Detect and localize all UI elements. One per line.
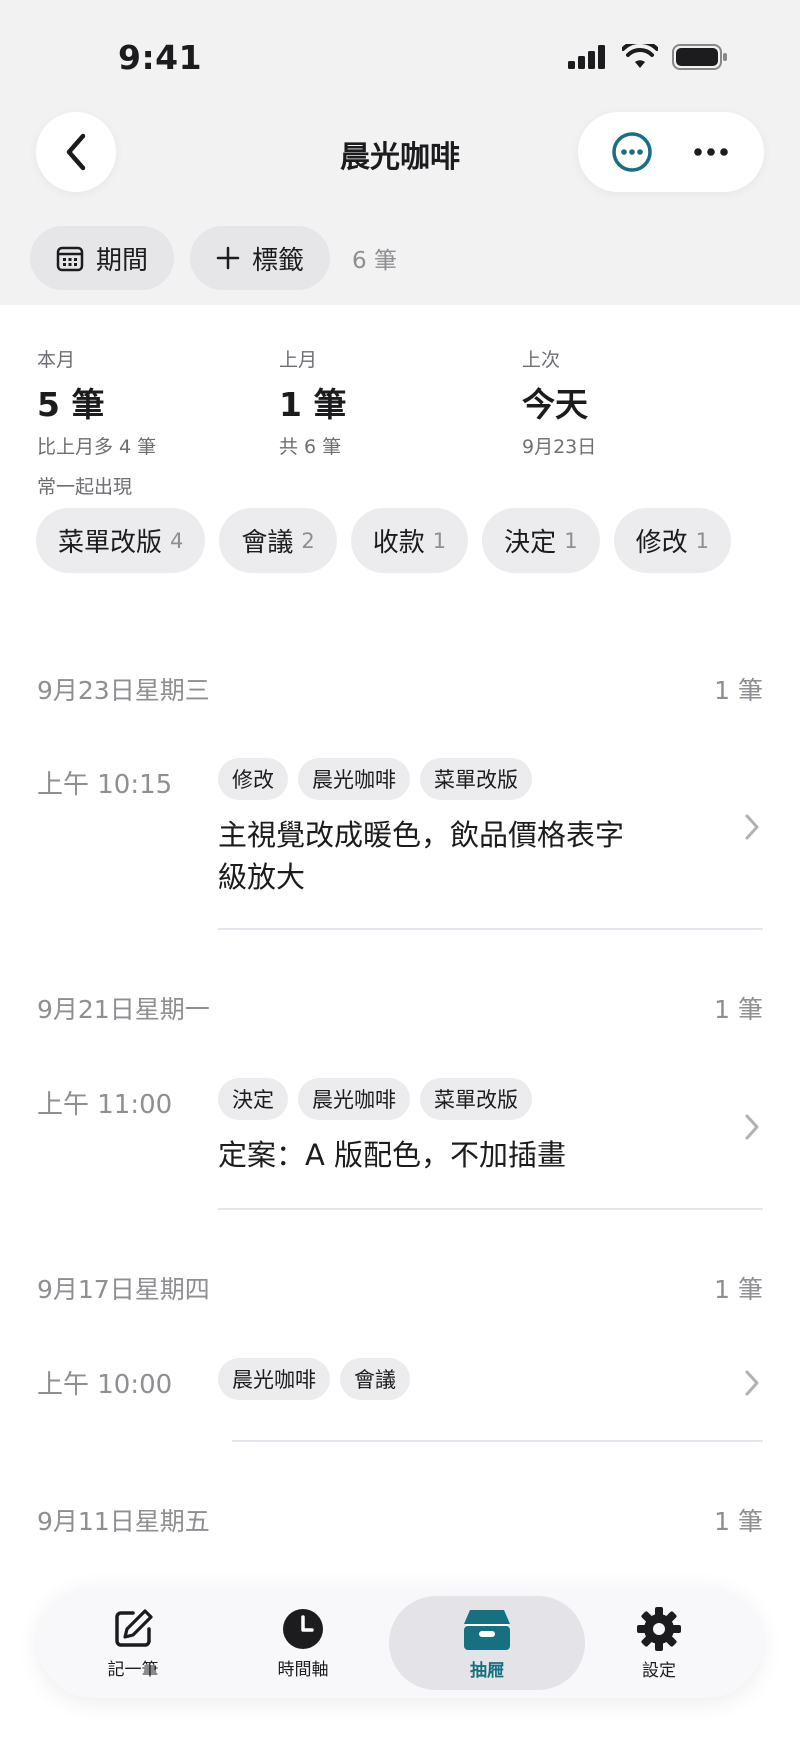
signal-icon: [568, 45, 605, 69]
stat-value: 1 筆: [279, 385, 347, 424]
entry-tag: 修改: [218, 758, 288, 800]
clock-icon: [283, 1608, 323, 1649]
tag-filter-button[interactable]: 標籤: [190, 226, 331, 290]
co-occurring-chips: 菜單改版 4 會議 2 收款 1 決定 1 修改 1: [36, 508, 731, 573]
status-time: 9:41: [118, 38, 203, 77]
co-chip-label: 修改: [635, 528, 688, 558]
tab-compose[interactable]: 記一筆: [68, 1588, 198, 1698]
status-icons: [568, 44, 728, 70]
co-chip-count: 4: [170, 528, 184, 553]
co-chip-count: 2: [301, 528, 315, 553]
stat-label: 上次: [522, 349, 561, 371]
tab-label: 時間軸: [277, 1659, 329, 1680]
timeline-entry[interactable]: 上午 10:15 修改 晨光咖啡 菜單改版 主視覺改成暖色，飲品價格表字級放大: [0, 758, 800, 894]
tab-label: 記一筆: [107, 1659, 159, 1680]
day-count: 1 筆: [714, 676, 763, 705]
day-count: 1 筆: [714, 1275, 763, 1304]
tab-drawer[interactable]: 抽屜: [422, 1588, 552, 1698]
entry-time: 上午 11:00: [37, 1090, 173, 1120]
tab-bar: 記一筆 時間軸 抽屜 設定: [38, 1588, 762, 1698]
period-filter-button[interactable]: 期間: [30, 226, 175, 290]
day-date: 9月17日星期四: [37, 1275, 210, 1304]
tab-timeline[interactable]: 時間軸: [238, 1588, 368, 1698]
day-count: 1 筆: [714, 1507, 763, 1536]
entry-tag: 菜單改版: [420, 758, 532, 800]
entry-tag: 晨光咖啡: [298, 758, 410, 800]
entry-text: 定案：A 版配色，不加插畫: [218, 1138, 567, 1172]
stat-last-month: 上月 1 筆 共 6 筆: [279, 345, 519, 459]
entry-tag: 決定: [218, 1078, 288, 1120]
co-chip-label: 會議: [241, 528, 294, 558]
entry-text: 主視覺改成暖色，飲品價格表字級放大: [218, 818, 625, 894]
timeline-entry[interactable]: 上午 10:00 晨光咖啡 會議: [0, 1358, 800, 1424]
tab-label: 設定: [642, 1660, 676, 1681]
entry-time: 上午 10:15: [37, 770, 173, 800]
period-filter-label: 期間: [96, 245, 149, 276]
filter-row: 期間 標籤 6 筆: [30, 226, 397, 290]
stat-sub: 9月23日: [522, 436, 597, 458]
co-chip[interactable]: 決定 1: [482, 508, 600, 573]
entry-tag: 晨光咖啡: [218, 1358, 330, 1400]
day-date: 9月21日星期一: [37, 995, 210, 1024]
tab-settings[interactable]: 設定: [594, 1588, 724, 1698]
stat-label: 本月: [37, 349, 76, 371]
co-chip-count: 1: [432, 528, 447, 553]
entry-tags: 晨光咖啡 會議: [218, 1358, 410, 1400]
stat-value: 今天: [522, 385, 588, 424]
co-occurring-label: 常一起出現: [37, 476, 133, 498]
status-bar: 9:41: [0, 0, 800, 110]
record-count: 6 筆: [352, 248, 397, 274]
chevron-right-icon: [745, 1370, 759, 1396]
wifi-icon: [622, 44, 658, 68]
day-header: 9月17日星期四 1 筆: [37, 1270, 763, 1306]
day-date: 9月11日星期五: [37, 1507, 210, 1536]
compose-icon: [115, 1608, 153, 1647]
stat-this-month: 本月 5 筆 比上月多 4 筆: [37, 345, 277, 459]
co-chip[interactable]: 會議 2: [219, 508, 337, 573]
entry-tag: 會議: [340, 1358, 410, 1400]
nav-bar: 晨光咖啡 期間 標籤 6 筆: [0, 110, 800, 305]
gear-icon: [637, 1606, 681, 1651]
mini-program-capsule: [578, 112, 764, 192]
calendar-icon: [56, 246, 84, 272]
day-date: 9月23日星期三: [37, 676, 210, 705]
divider: [232, 1440, 763, 1442]
entry-tag: 菜單改版: [420, 1078, 532, 1120]
co-chip-count: 1: [564, 528, 578, 553]
day-header: 9月21日星期一 1 筆: [37, 990, 763, 1026]
co-chip-label: 決定: [504, 528, 557, 558]
divider: [218, 928, 763, 930]
timeline-entry[interactable]: 上午 11:00 決定 晨光咖啡 菜單改版 定案：A 版配色，不加插畫: [0, 1078, 800, 1194]
stat-sub: 共 6 筆: [279, 436, 342, 458]
co-chip[interactable]: 菜單改版 4: [36, 508, 206, 573]
divider: [218, 1208, 763, 1210]
co-chip-label: 菜單改版: [58, 528, 163, 558]
battery-icon: [672, 44, 727, 70]
day-header: 9月23日星期三 1 筆: [37, 671, 763, 707]
tag-filter-label: 標籤: [252, 245, 305, 276]
co-chip[interactable]: 修改 1: [613, 508, 731, 573]
co-chip-count: 1: [695, 528, 709, 553]
chevron-right-icon: [745, 1114, 759, 1140]
entry-tags: 決定 晨光咖啡 菜單改版: [218, 1078, 532, 1120]
co-chip-label: 收款: [372, 528, 425, 558]
tab-label: 抽屜: [470, 1660, 504, 1681]
day-count: 1 筆: [714, 995, 763, 1024]
stat-sub: 比上月多 4 筆: [37, 436, 157, 458]
chevron-right-icon: [745, 814, 759, 840]
entry-tags: 修改 晨光咖啡 菜單改版: [218, 758, 532, 800]
day-header: 9月11日星期五 1 筆: [37, 1502, 763, 1538]
stat-value: 5 筆: [37, 385, 105, 424]
more-horizontal-icon[interactable]: [690, 131, 732, 173]
co-chip[interactable]: 收款 1: [350, 508, 469, 573]
stat-label: 上月: [279, 349, 318, 371]
plus-icon: [216, 246, 240, 270]
drawer-icon: [464, 1609, 510, 1650]
entry-time: 上午 10:00: [37, 1370, 173, 1400]
more-circle-icon[interactable]: [611, 131, 653, 173]
stat-last-time: 上次 今天 9月23日: [522, 345, 762, 459]
entry-tag: 晨光咖啡: [298, 1078, 410, 1120]
